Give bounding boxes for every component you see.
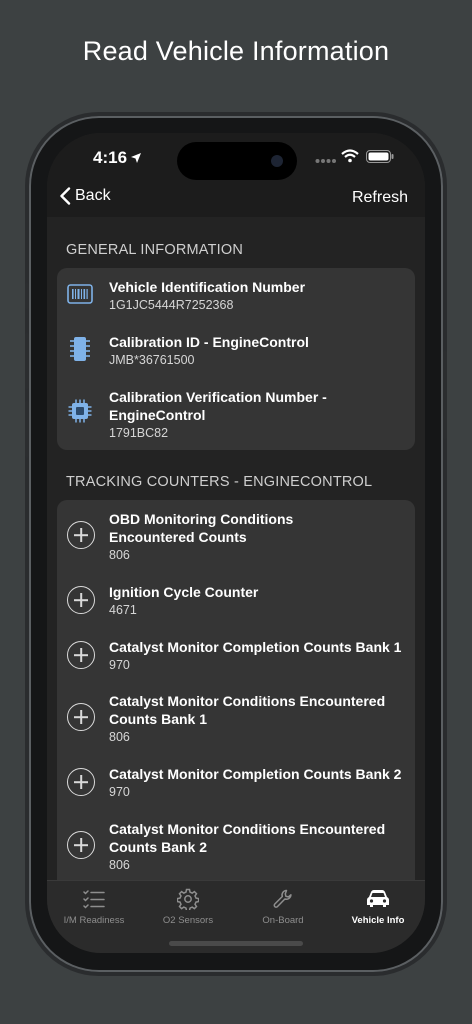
list-item[interactable]: Catalyst Monitor Completion Counts Bank … <box>57 638 415 682</box>
tab-bar: I/M Readiness O2 Sensors On-Board Vehicl… <box>47 880 425 953</box>
plus-circle-icon[interactable] <box>67 521 95 549</box>
volume-up-button <box>25 332 29 390</box>
tab-label: O2 Sensors <box>162 915 214 926</box>
row-value: 970 <box>109 658 130 672</box>
battery-icon <box>366 150 394 163</box>
gear-icon <box>177 888 199 910</box>
row-title: Counts Bank 1 <box>109 711 208 727</box>
row-title: Catalyst Monitor Conditions Encountered <box>109 693 386 709</box>
dynamic-island <box>177 142 297 180</box>
list-item-calibration-id: Calibration ID - EngineControl JMB*36761… <box>57 331 415 379</box>
camera-icon <box>271 155 283 167</box>
checklist-icon <box>83 890 105 909</box>
plus-circle-icon[interactable] <box>67 641 95 669</box>
car-icon <box>367 890 389 907</box>
navigation-bar: Back Refresh <box>47 183 425 217</box>
tracking-counters-card: OBD Monitoring Conditions Encountered Co… <box>57 500 415 880</box>
plus-circle-icon[interactable] <box>67 703 95 731</box>
status-time: 4:16 <box>93 148 128 167</box>
row-value: JMB*36761500 <box>109 353 195 367</box>
general-info-card: Vehicle Identification Number 1G1JC5444R… <box>57 268 415 450</box>
wifi-icon <box>341 149 359 163</box>
row-value: 4671 <box>109 603 137 617</box>
row-value: 806 <box>109 858 130 872</box>
promo-title: Read Vehicle Information <box>82 36 390 66</box>
section-header-general: GENERAL INFORMATION <box>66 242 244 258</box>
location-arrow-icon <box>131 153 141 163</box>
tab-o2-sensors[interactable]: O2 Sensors <box>141 887 235 926</box>
back-button[interactable]: Back <box>59 187 111 205</box>
row-title: Encountered Counts <box>109 529 247 545</box>
chevron-left-icon <box>60 187 71 205</box>
volume-down-button <box>25 400 29 458</box>
row-title: EngineControl <box>109 407 206 423</box>
home-indicator[interactable] <box>169 941 303 946</box>
row-value: 1G1JC5444R7252368 <box>109 298 234 312</box>
back-label: Back <box>75 187 111 204</box>
app-screen: 4:16 Back Refresh GENERAL INFORMATION Ve… <box>47 133 425 953</box>
plus-circle-icon[interactable] <box>67 831 95 859</box>
list-item[interactable]: Catalyst Monitor Conditions Encountered … <box>57 692 415 752</box>
wrench-icon <box>273 889 292 908</box>
tab-label: Vehicle Info <box>351 915 405 926</box>
row-title: Catalyst Monitor Completion Counts Bank … <box>109 766 402 782</box>
tab-im-readiness[interactable]: I/M Readiness <box>47 887 141 926</box>
row-value: 806 <box>109 730 130 744</box>
row-title: Calibration ID - EngineControl <box>109 334 309 350</box>
chip-icon <box>70 337 90 361</box>
row-title: Catalyst Monitor Conditions Encountered <box>109 821 386 837</box>
plus-circle-icon[interactable] <box>67 768 95 796</box>
barcode-icon <box>67 284 93 304</box>
refresh-button[interactable]: Refresh <box>352 189 408 207</box>
plus-circle-icon[interactable] <box>67 586 95 614</box>
row-title: Ignition Cycle Counter <box>109 584 259 600</box>
processor-icon <box>68 399 92 423</box>
list-item-vin: Vehicle Identification Number 1G1JC5444R… <box>57 276 415 324</box>
action-button <box>25 282 29 310</box>
cellular-signal-icon <box>315 159 336 163</box>
section-header-tracking: TRACKING COUNTERS - ENGINECONTROL <box>66 474 373 490</box>
row-title: OBD Monitoring Conditions <box>109 511 294 527</box>
list-item-cvn: Calibration Verification Number - Engine… <box>57 386 415 446</box>
row-title: Catalyst Monitor Completion Counts Bank … <box>109 639 402 655</box>
row-title: Counts Bank 2 <box>109 839 208 855</box>
list-item[interactable]: OBD Monitoring Conditions Encountered Co… <box>57 510 415 570</box>
row-value: 806 <box>109 548 130 562</box>
row-value: 970 <box>109 785 130 799</box>
list-item[interactable]: Catalyst Monitor Conditions Encountered … <box>57 820 415 880</box>
list-item[interactable]: Catalyst Monitor Completion Counts Bank … <box>57 765 415 809</box>
row-title: Calibration Verification Number - <box>109 389 327 405</box>
tab-label: I/M Readiness <box>63 915 125 926</box>
tab-vehicle-info[interactable]: Vehicle Info <box>331 887 425 926</box>
row-title: Vehicle Identification Number <box>109 279 306 295</box>
tab-on-board[interactable]: On-Board <box>236 887 330 926</box>
status-bar: 4:16 <box>47 133 425 183</box>
row-value: 1791BC82 <box>109 426 169 440</box>
list-item[interactable]: Ignition Cycle Counter 4671 <box>57 583 415 627</box>
power-button <box>443 350 447 440</box>
content-scroll[interactable]: GENERAL INFORMATION Vehicle Identificati… <box>47 217 425 880</box>
tab-label: On-Board <box>262 915 304 926</box>
